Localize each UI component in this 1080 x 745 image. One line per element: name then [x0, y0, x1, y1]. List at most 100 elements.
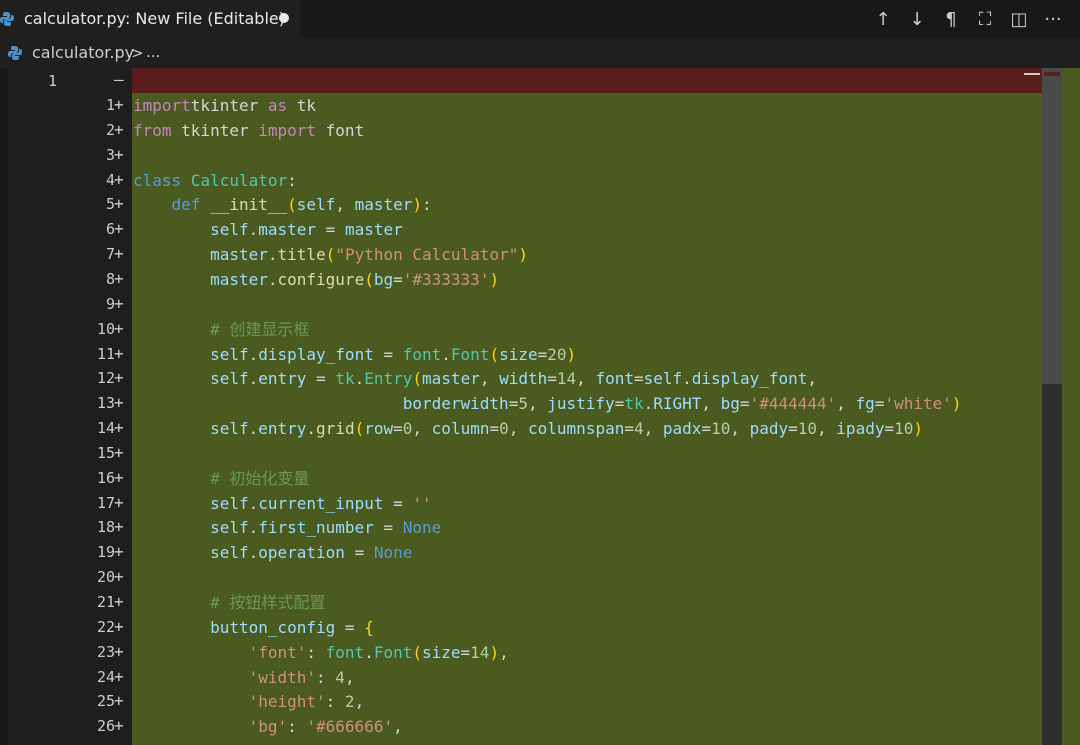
editor-tab[interactable]: calculator.py: New File (Editable): [0, 0, 300, 39]
code-token: entry: [258, 369, 307, 389]
code-token: self: [210, 493, 249, 513]
code-line[interactable]: 'bg': '#666666',: [133, 714, 403, 739]
code-token: (: [364, 269, 374, 289]
breadcrumb-more[interactable]: ...: [146, 43, 160, 61]
line-number: 26: [96, 717, 115, 736]
minimap-deletion-mark: [1044, 72, 1060, 76]
code-token: 2: [344, 692, 355, 712]
code-line[interactable]: self.first_number = None: [133, 515, 441, 540]
addition-marker: +: [114, 293, 124, 313]
code-token: =: [547, 369, 557, 389]
code-token: ,: [807, 369, 818, 389]
code-token: ,: [527, 394, 548, 414]
code-token: self: [643, 369, 683, 389]
code-line[interactable]: self.entry.grid(row=0, column=0, columns…: [133, 416, 923, 441]
code-token: :: [287, 717, 307, 737]
addition-marker: +: [114, 318, 124, 338]
line-number: 14: [96, 419, 115, 438]
code-token: configure: [277, 269, 365, 289]
code-token: =: [884, 419, 895, 439]
code-token: 'bg': [248, 717, 288, 737]
code-line[interactable]: self.display_font = font.Font(size=20): [133, 342, 576, 367]
addition-marker: +: [114, 343, 124, 363]
code-token: 'white': [884, 394, 952, 414]
code-token: =: [344, 543, 374, 563]
code-line[interactable]: def __init__(self, master):: [133, 192, 432, 217]
modified-dot-icon[interactable]: [279, 13, 289, 23]
code-line[interactable]: master.title("Python Calculator"): [133, 242, 528, 267]
code-token: master: [344, 220, 403, 240]
code-token: # 创建显示框: [210, 319, 310, 339]
code-line[interactable]: 'width': 4,: [133, 665, 355, 690]
code-token: =: [489, 419, 500, 439]
addition-marker: +: [114, 418, 124, 438]
addition-marker: +: [114, 95, 124, 114]
code-token: self: [210, 344, 249, 364]
addition-marker: +: [114, 368, 124, 388]
code-token: ,: [701, 394, 721, 414]
addition-marker: +: [114, 592, 124, 611]
code-line[interactable]: button_config = {: [133, 615, 374, 640]
more-icon[interactable]: ···: [1040, 6, 1066, 32]
code-line[interactable]: importtkinter as tk: [133, 93, 316, 118]
code-line[interactable]: # 初始化变量: [133, 466, 309, 491]
code-line[interactable]: self.current_input = '': [133, 491, 432, 516]
arrow-down-icon[interactable]: ↓: [904, 6, 930, 32]
code-line[interactable]: master.configure(bg='#333333'): [133, 267, 499, 292]
code-line[interactable]: from tkinter import font: [133, 118, 364, 143]
code-line[interactable]: # 按钮样式配置: [133, 590, 325, 615]
code-token: ): [489, 642, 500, 662]
code-token: (: [412, 642, 422, 662]
code-token: title: [277, 245, 326, 265]
code-token: :: [287, 170, 297, 190]
code-token: ,: [344, 667, 355, 687]
code-token: =: [788, 419, 798, 439]
code-token: {: [364, 617, 374, 637]
pilcrow-icon[interactable]: ¶: [938, 6, 964, 32]
code-token: ,: [335, 195, 355, 215]
code-token: justify: [547, 394, 615, 414]
addition-marker: +: [114, 268, 124, 288]
code-line[interactable]: borderwidth=5, justify=tk.RIGHT, bg='#44…: [133, 391, 962, 416]
code-token: 0: [402, 419, 413, 439]
code-token: entry: [258, 419, 307, 439]
code-token: 10: [711, 419, 731, 439]
line-number: 1: [105, 96, 115, 114]
code-line[interactable]: # 创建显示框: [133, 317, 309, 342]
arrow-up-icon[interactable]: ↑: [870, 6, 896, 32]
code-token: None: [373, 543, 413, 563]
map-icon[interactable]: ⛶: [972, 6, 998, 32]
code-token: (: [489, 344, 500, 364]
line-number: 13: [96, 394, 115, 413]
code-token: .: [354, 369, 365, 389]
code-token: master: [258, 220, 317, 240]
addition-marker: +: [114, 467, 124, 487]
code-line[interactable]: class Calculator:: [133, 168, 297, 193]
code-token: bg: [373, 269, 394, 289]
code-line[interactable]: 'height': 2,: [133, 689, 365, 714]
minimap-slider[interactable]: [1042, 68, 1062, 384]
split-editor-icon[interactable]: ◫: [1006, 6, 1032, 32]
breadcrumb-file[interactable]: calculator.py: [32, 43, 134, 62]
code-token: ): [566, 344, 577, 364]
code-token: '#444444': [749, 394, 837, 414]
python-icon: [8, 46, 22, 60]
code-token: self: [296, 195, 336, 215]
code-token: .: [267, 269, 278, 289]
code-line[interactable]: self.operation = None: [133, 540, 412, 565]
code-line[interactable]: 'font': font.Font(size=14),: [133, 640, 509, 665]
code-token: tkinter: [171, 120, 259, 140]
code-token: 0: [499, 419, 509, 439]
code-token: Font: [373, 642, 413, 662]
code-token: borderwidth: [402, 394, 509, 414]
code-token: master: [210, 245, 268, 265]
code-token: ,: [508, 419, 529, 439]
code-token: =: [383, 493, 413, 513]
code-token: as: [258, 96, 288, 115]
code-line[interactable]: self.master = master: [133, 217, 403, 242]
code-line[interactable]: self.entry = tk.Entry(master, width=14, …: [133, 366, 817, 391]
